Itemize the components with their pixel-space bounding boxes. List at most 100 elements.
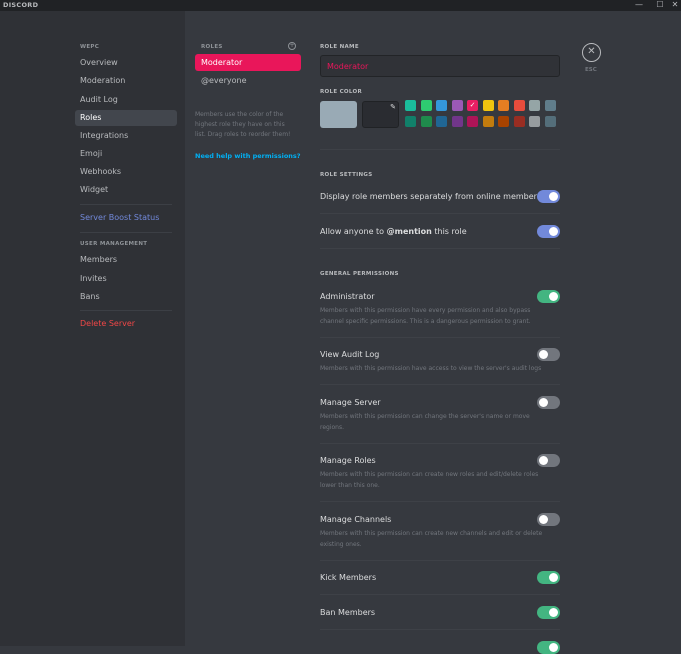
- perm-desc-manage-server: Members with this permission can change …: [320, 413, 530, 431]
- eyedropper-icon: ✎: [390, 103, 396, 111]
- mention-setting-bold: @mention: [386, 227, 432, 236]
- section-divider: [320, 248, 560, 249]
- sidebar-item-overview[interactable]: Overview: [75, 55, 177, 71]
- toggle-knob: [549, 227, 558, 236]
- toggle-knob: [549, 643, 558, 652]
- color-swatch[interactable]: [451, 116, 463, 127]
- role-item-everyone[interactable]: @everyone: [195, 72, 301, 89]
- sidebar-item-emoji[interactable]: Emoji: [75, 146, 177, 162]
- sidebar-item-invites[interactable]: Invites: [75, 271, 177, 287]
- color-swatch[interactable]: [420, 116, 432, 127]
- perm-label-view-audit-log: View Audit Log: [320, 350, 380, 359]
- default-color-swatch[interactable]: [320, 101, 357, 128]
- delete-server-button[interactable]: Delete Server: [75, 316, 177, 332]
- perm-toggle-manage-server[interactable]: [537, 396, 560, 409]
- perm-toggle-ban-members[interactable]: [537, 606, 560, 619]
- perm-toggle-kick-members[interactable]: [537, 571, 560, 584]
- close-window-button[interactable]: ✕: [668, 0, 681, 11]
- perm-toggle-view-audit-log[interactable]: [537, 348, 560, 361]
- settings-sidebar: WEPC Overview Moderation Audit Log Roles…: [0, 11, 185, 646]
- toggle-knob: [549, 608, 558, 617]
- perm-toggle-manage-roles[interactable]: [537, 454, 560, 467]
- section-divider: [320, 149, 560, 150]
- color-swatch[interactable]: ✓: [467, 100, 478, 111]
- perm-desc-manage-roles: Members with this permission can create …: [320, 471, 539, 489]
- color-swatch[interactable]: [436, 116, 447, 127]
- perm-desc-manage-channels: Members with this permission can create …: [320, 530, 543, 548]
- sidebar-item-moderation[interactable]: Moderation: [75, 73, 177, 89]
- add-role-icon[interactable]: +: [288, 42, 296, 50]
- sidebar-item-audit-log[interactable]: Audit Log: [75, 92, 177, 108]
- sidebar-divider: [80, 232, 172, 233]
- scrollbar[interactable]: [672, 11, 681, 646]
- section-divider: [320, 213, 560, 214]
- roles-list-panel: ROLES + Moderator @everyone Members use …: [195, 11, 305, 646]
- role-item-moderator[interactable]: Moderator: [195, 54, 301, 71]
- sidebar-item-integrations[interactable]: Integrations: [75, 128, 177, 144]
- perm-label-manage-channels: Manage Channels: [320, 515, 392, 524]
- color-swatch[interactable]: [513, 100, 525, 111]
- color-swatch[interactable]: [498, 100, 509, 111]
- section-divider: [320, 594, 560, 595]
- color-swatch[interactable]: [405, 100, 416, 111]
- color-swatch[interactable]: [467, 116, 478, 127]
- sidebar-divider: [80, 204, 172, 205]
- sidebar-item-server-boost[interactable]: Server Boost Status: [75, 210, 177, 226]
- toggle-knob: [549, 192, 558, 201]
- maximize-button[interactable]: ☐: [653, 0, 667, 11]
- color-swatch[interactable]: [498, 116, 509, 127]
- section-divider: [320, 443, 560, 444]
- color-swatch[interactable]: [436, 100, 447, 111]
- app-brand: DISCORD: [3, 1, 39, 9]
- color-swatch[interactable]: [544, 116, 556, 127]
- role-name-input[interactable]: [320, 55, 560, 77]
- hoist-toggle[interactable]: [537, 190, 560, 203]
- role-name-title: ROLE NAME: [320, 44, 359, 50]
- roles-help-text: Members use the color of the highest rol…: [195, 111, 291, 138]
- color-swatch[interactable]: [513, 116, 525, 127]
- general-permissions-title: GENERAL PERMISSIONS: [320, 271, 399, 277]
- esc-label: ESC: [585, 67, 597, 73]
- perm-toggle-next[interactable]: [537, 641, 560, 654]
- title-bar: DISCORD — ☐ ✕: [0, 0, 681, 11]
- perm-label-kick-members: Kick Members: [320, 573, 377, 582]
- close-settings-icon[interactable]: ✕: [582, 43, 601, 62]
- color-swatch[interactable]: [420, 100, 432, 111]
- color-swatch[interactable]: [482, 100, 494, 111]
- perm-desc-administrator: Members with this permission have every …: [320, 307, 531, 325]
- toggle-knob: [549, 573, 558, 582]
- section-divider: [320, 560, 560, 561]
- color-swatch[interactable]: [529, 116, 540, 127]
- custom-color-picker[interactable]: ✎: [362, 101, 399, 128]
- color-swatch[interactable]: [529, 100, 540, 111]
- perm-label-ban-members: Ban Members: [320, 608, 376, 617]
- sidebar-item-bans[interactable]: Bans: [75, 289, 177, 305]
- permissions-help-link[interactable]: Need help with permissions?: [195, 152, 301, 160]
- sidebar-item-roles[interactable]: Roles: [75, 110, 177, 126]
- section-divider: [320, 384, 560, 385]
- color-swatch[interactable]: [451, 100, 463, 111]
- minimize-button[interactable]: —: [632, 0, 646, 11]
- role-editor: ROLE NAME ROLE COLOR ✎ ✓ ROLE SETTINGS D…: [320, 11, 560, 654]
- mention-setting-suffix: this role: [431, 227, 467, 236]
- hoist-setting-label: Display role members separately from onl…: [320, 192, 542, 201]
- color-swatch[interactable]: [544, 100, 556, 111]
- roles-header: ROLES: [201, 44, 223, 50]
- perm-toggle-administrator[interactable]: [537, 290, 560, 303]
- color-swatch[interactable]: [482, 116, 494, 127]
- section-divider: [320, 629, 560, 630]
- mention-setting-prefix: Allow anyone to: [320, 227, 387, 236]
- perm-toggle-manage-channels[interactable]: [537, 513, 560, 526]
- sidebar-item-webhooks[interactable]: Webhooks: [75, 164, 177, 180]
- sidebar-divider: [80, 310, 172, 311]
- mention-toggle[interactable]: [537, 225, 560, 238]
- perm-label-manage-server: Manage Server: [320, 398, 381, 407]
- sidebar-item-widget[interactable]: Widget: [75, 182, 177, 198]
- mention-setting-label: Allow anyone to @mention this role: [320, 227, 467, 236]
- sidebar-item-members[interactable]: Members: [75, 252, 177, 268]
- perm-label-manage-roles: Manage Roles: [320, 456, 376, 465]
- server-name-header: WEPC: [80, 44, 100, 50]
- role-color-title: ROLE COLOR: [320, 89, 363, 95]
- section-divider: [320, 337, 560, 338]
- color-swatch[interactable]: [405, 116, 416, 127]
